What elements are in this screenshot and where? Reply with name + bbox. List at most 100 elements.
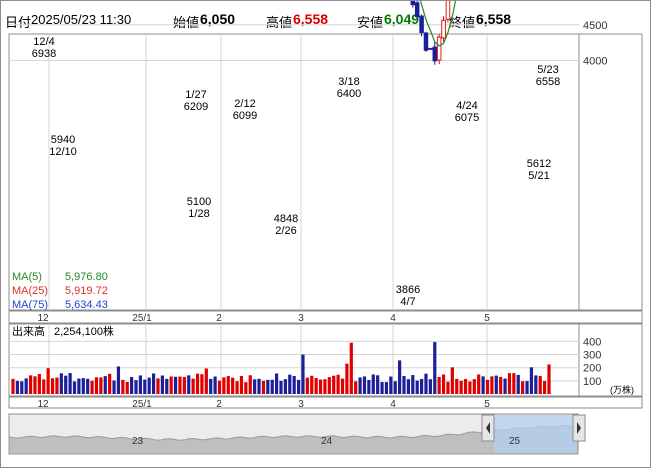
volume-bar bbox=[72, 381, 77, 394]
volume-bar bbox=[433, 342, 437, 394]
volume-bar bbox=[424, 373, 428, 394]
volume-date-label: 25/1 bbox=[132, 399, 152, 410]
volume-bar bbox=[283, 379, 287, 394]
volume-bar bbox=[547, 364, 551, 394]
volume-bar bbox=[222, 377, 226, 394]
volume-bar bbox=[384, 382, 389, 394]
annotation-price: 5940 bbox=[51, 134, 75, 146]
volume-bar bbox=[231, 377, 235, 394]
volume-bar bbox=[301, 354, 305, 394]
candle-body bbox=[410, 1, 416, 6]
volume-bar bbox=[323, 379, 327, 394]
volume-bar bbox=[477, 374, 481, 394]
volume-bar bbox=[169, 376, 173, 394]
annotation-date: 3/18 bbox=[338, 76, 359, 88]
volume-bar bbox=[187, 375, 191, 394]
volume-bar bbox=[481, 376, 485, 394]
volume-bar bbox=[244, 382, 248, 394]
annotation-price: 6558 bbox=[536, 76, 560, 88]
volume-bar bbox=[428, 379, 432, 394]
volume-bar bbox=[20, 381, 24, 394]
volume-bar bbox=[160, 375, 164, 394]
volume-bar bbox=[28, 375, 33, 394]
volume-bar bbox=[11, 378, 15, 394]
volume-bar bbox=[411, 375, 415, 394]
volume-bar bbox=[261, 380, 266, 394]
volume-bar bbox=[455, 378, 459, 394]
volume-bar bbox=[354, 381, 358, 394]
annotation-price: 6209 bbox=[184, 101, 208, 113]
volume-bar bbox=[37, 374, 41, 394]
volume-bar bbox=[248, 375, 252, 394]
volume-bar bbox=[376, 375, 380, 394]
price-tick-label: 4500 bbox=[583, 20, 607, 32]
volume-bar bbox=[332, 375, 336, 394]
volume-date-label: 5 bbox=[484, 399, 490, 410]
volume-bar bbox=[275, 373, 279, 394]
navigator-year-24: 24 bbox=[321, 436, 333, 447]
volume-bar bbox=[42, 379, 46, 394]
volume-bar bbox=[358, 377, 362, 394]
ma75-legend-value: 5,634.43 bbox=[65, 299, 108, 311]
volume-bar bbox=[270, 379, 274, 394]
volume-bar bbox=[178, 376, 182, 394]
volume-bar bbox=[99, 377, 103, 394]
volume-bar bbox=[33, 376, 37, 394]
volume-bar bbox=[437, 376, 441, 394]
date-axis-strip bbox=[8, 310, 643, 324]
candle-body bbox=[432, 46, 438, 62]
volume-bar bbox=[415, 380, 419, 394]
volume-bar bbox=[525, 381, 529, 394]
volume-bar bbox=[143, 379, 147, 394]
volume-bar bbox=[292, 375, 296, 394]
volume-bar bbox=[46, 368, 50, 394]
volume-axis-ticks: 400 300200100 bbox=[583, 336, 601, 387]
volume-date-label: 3 bbox=[298, 399, 304, 410]
volume-bar bbox=[529, 367, 534, 394]
stock-chart-window: 日付 2025/05/23 11:30 始値 6,050 高値 6,558 安値… bbox=[0, 0, 651, 468]
price-tick-label: 4000 bbox=[583, 55, 607, 67]
volume-bar bbox=[204, 368, 208, 394]
candle-body bbox=[423, 32, 429, 51]
volume-bar bbox=[226, 376, 230, 394]
volume-bar bbox=[68, 373, 72, 394]
volume-unit: (万株) bbox=[610, 384, 634, 395]
volume-bar bbox=[441, 374, 446, 394]
volume-tick-label: 100 bbox=[583, 376, 601, 388]
volume-bar bbox=[108, 373, 112, 394]
volume-bar bbox=[327, 377, 331, 394]
volume-bar bbox=[336, 374, 340, 394]
date-axis-label: 2 bbox=[216, 313, 222, 324]
range-navigator[interactable]: 23 24 25 bbox=[8, 413, 586, 455]
navigator-selection[interactable] bbox=[494, 415, 577, 453]
volume-bar bbox=[419, 379, 424, 394]
volume-bar bbox=[15, 380, 19, 394]
volume-bar bbox=[296, 379, 301, 394]
volume-bar bbox=[371, 374, 375, 394]
volume-bar bbox=[494, 375, 498, 394]
volume-bar bbox=[217, 380, 222, 394]
annotation-price: 5100 bbox=[187, 196, 211, 208]
price-gridlines bbox=[9, 24, 579, 310]
volume-bar bbox=[156, 378, 160, 394]
volume-bar bbox=[398, 360, 402, 394]
volume-bar bbox=[182, 376, 186, 394]
date-axis-label: 5 bbox=[484, 313, 490, 324]
volume-bar bbox=[279, 380, 283, 394]
volume-bar bbox=[235, 381, 239, 394]
volume-bar bbox=[450, 367, 454, 394]
volume-bar bbox=[503, 378, 507, 394]
volume-bar bbox=[77, 378, 81, 394]
volume-tick-label: 300 bbox=[583, 350, 601, 362]
ma5-line bbox=[419, 1, 457, 47]
volume-bar bbox=[507, 373, 512, 394]
volume-bar bbox=[173, 376, 178, 394]
volume-bar bbox=[90, 380, 94, 394]
date-axis-label: 25/1 bbox=[132, 313, 152, 324]
volume-bar bbox=[389, 376, 393, 394]
ma-legend: MA(5) 5,976.80 MA(25) 5,919.72 MA(75) 5,… bbox=[12, 271, 108, 311]
volume-bar bbox=[402, 376, 406, 394]
volume-bar bbox=[516, 374, 520, 394]
volume-bar bbox=[239, 375, 244, 394]
volume-bar bbox=[24, 378, 28, 394]
